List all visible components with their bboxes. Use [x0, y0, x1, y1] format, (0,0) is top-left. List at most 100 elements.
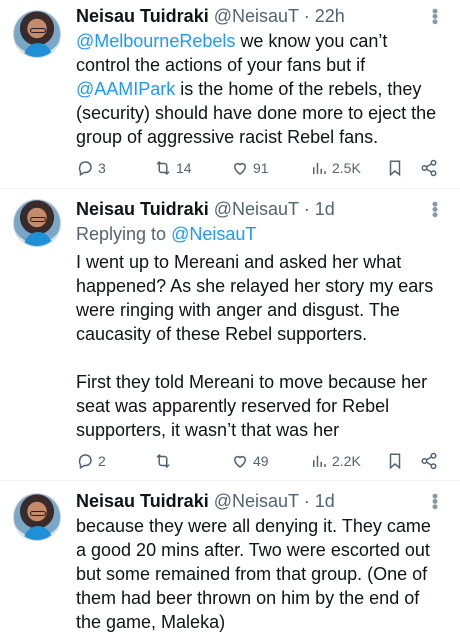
- reply-icon: [76, 452, 98, 470]
- text-segment: happened? As she relayed her story my ea…: [76, 276, 434, 296]
- text-segment: I went up to Mereani and asked her what: [76, 252, 402, 272]
- mention-link[interactable]: @MelbourneRebels: [76, 31, 235, 51]
- text-segment: were ringing with anger and disgust. The: [76, 300, 400, 320]
- text-line: group of aggressive racist Rebel fans.: [76, 125, 448, 149]
- author-handle[interactable]: @NeisauT: [214, 6, 299, 26]
- share-button[interactable]: [420, 156, 442, 180]
- text-line: caucasity of these Rebel supporters.: [76, 322, 448, 346]
- views-chart-icon: [310, 159, 332, 177]
- bookmark-icon: [386, 452, 408, 470]
- author-name[interactable]: Neisau Tuidraki: [76, 491, 209, 511]
- bookmark-button[interactable]: [386, 449, 408, 473]
- avatar[interactable]: [13, 199, 61, 247]
- tweet-3[interactable]: Neisau Tuidraki @NeisauT · 1d ••• becaus…: [0, 481, 460, 640]
- author-name[interactable]: Neisau Tuidraki: [76, 199, 209, 219]
- author-name[interactable]: Neisau Tuidraki: [76, 6, 209, 26]
- avatar[interactable]: [13, 493, 61, 541]
- text-segment: is the home of the rebels, they: [175, 79, 422, 99]
- separator: ·: [303, 6, 310, 26]
- text-segment: (security) should have done more to ejec…: [76, 103, 437, 123]
- heart-icon: [231, 159, 253, 177]
- text-line: control the actions of your fans but if: [76, 53, 448, 77]
- retweet-icon: [154, 452, 176, 470]
- tweet-text: @MelbourneRebels we know you can’t contro…: [76, 29, 448, 149]
- bookmark-button[interactable]: [386, 156, 408, 180]
- reply-count: 3: [98, 160, 106, 176]
- text-line: seat was apparently reserved for Rebel: [76, 394, 448, 418]
- text-segment: we know you can’t: [235, 31, 388, 51]
- text-line: First they told Mereani to move because …: [76, 370, 448, 394]
- replying-to-label: Replying to: [76, 224, 172, 244]
- text-segment: but some remained from that group. (One …: [76, 564, 428, 584]
- text-segment: the game, Maleka): [76, 612, 226, 632]
- retweet-icon: [154, 159, 176, 177]
- like-button[interactable]: 49: [231, 449, 269, 473]
- avatar[interactable]: [13, 10, 61, 58]
- mention-link[interactable]: @AAMIPark: [76, 79, 175, 99]
- text-segment: seat was apparently reserved for Rebel: [76, 396, 390, 416]
- text-segment: supporters, it wasn’t that was her: [76, 420, 340, 440]
- text-segment: First they told Mereani to move because …: [76, 372, 428, 392]
- timestamp[interactable]: 1d: [315, 491, 335, 511]
- reply-button[interactable]: 2: [76, 449, 106, 473]
- heart-icon: [231, 452, 253, 470]
- tweet-2[interactable]: Neisau Tuidraki @NeisauT · 1d ••• Replyi…: [0, 189, 460, 479]
- tweet-text: I went up to Mereani and asked her what h…: [76, 250, 448, 442]
- text-line: @MelbourneRebels we know you can’t: [76, 29, 448, 53]
- views-count: 2.5K: [332, 160, 361, 176]
- text-line: a good 20 mins after. Two were escorted …: [76, 538, 448, 562]
- text-segment: control the actions of your fans but if: [76, 55, 366, 75]
- share-button[interactable]: [420, 449, 442, 473]
- author-handle[interactable]: @NeisauT: [214, 491, 299, 511]
- text-line: I went up to Mereani and asked her what: [76, 250, 448, 274]
- text-line: supporters, it wasn’t that was her: [76, 418, 448, 442]
- bookmark-icon: [386, 159, 408, 177]
- text-line: them had beer thrown on him by the end o…: [76, 586, 448, 610]
- separator: ·: [303, 491, 310, 511]
- text-segment: group of aggressive racist Rebel fans.: [76, 127, 379, 147]
- reply-icon: [76, 159, 98, 177]
- like-count: 49: [253, 453, 269, 469]
- text-segment: caucasity of these Rebel supporters.: [76, 324, 368, 344]
- share-icon: [420, 452, 442, 470]
- views-count: 2.2K: [332, 453, 361, 469]
- retweet-button[interactable]: 14: [154, 156, 192, 180]
- text-segment: because they were all denying it. They c…: [76, 516, 431, 536]
- more-dots-icon[interactable]: •••: [425, 201, 445, 217]
- text-segment: a good 20 mins after. Two were escorted …: [76, 540, 430, 560]
- share-icon: [420, 159, 442, 177]
- text-line: but some remained from that group. (One …: [76, 562, 448, 586]
- author-handle[interactable]: @NeisauT: [214, 199, 299, 219]
- tweet-actions: 2 49 2.2K: [76, 449, 448, 473]
- views-button[interactable]: 2.5K: [310, 156, 361, 180]
- tweet-actions: 3 14 91 2.5K: [76, 156, 448, 180]
- replying-to-mention[interactable]: @NeisauT: [171, 224, 256, 244]
- reply-count: 2: [98, 453, 106, 469]
- separator: ·: [303, 199, 310, 219]
- like-count: 91: [253, 160, 269, 176]
- timestamp[interactable]: 1d: [315, 199, 335, 219]
- tweet-header: Neisau Tuidraki @NeisauT · 1d: [76, 489, 335, 513]
- views-button[interactable]: 2.2K: [310, 449, 361, 473]
- text-line: (security) should have done more to ejec…: [76, 101, 448, 125]
- text-line: @AAMIPark is the home of the rebels, the…: [76, 77, 448, 101]
- replying-to: Replying to @NeisauT: [76, 222, 256, 246]
- retweet-count: 14: [176, 160, 192, 176]
- views-chart-icon: [310, 452, 332, 470]
- text-line: were ringing with anger and disgust. The: [76, 298, 448, 322]
- timestamp[interactable]: 22h: [315, 6, 345, 26]
- text-line: [76, 346, 448, 370]
- tweet-1[interactable]: Neisau Tuidraki @NeisauT · 22h ••• @Melb…: [0, 0, 460, 186]
- tweet-header: Neisau Tuidraki @NeisauT · 22h: [76, 4, 345, 28]
- reply-button[interactable]: 3: [76, 156, 106, 180]
- more-dots-icon[interactable]: •••: [425, 493, 445, 509]
- retweet-button[interactable]: [154, 449, 176, 473]
- more-dots-icon[interactable]: •••: [425, 8, 445, 24]
- text-line: happened? As she relayed her story my ea…: [76, 274, 448, 298]
- text-line: the game, Maleka): [76, 610, 448, 634]
- like-button[interactable]: 91: [231, 156, 269, 180]
- tweet-header: Neisau Tuidraki @NeisauT · 1d: [76, 197, 335, 221]
- text-segment: them had beer thrown on him by the end o…: [76, 588, 420, 608]
- tweet-text: because they were all denying it. They c…: [76, 514, 448, 634]
- text-line: because they were all denying it. They c…: [76, 514, 448, 538]
